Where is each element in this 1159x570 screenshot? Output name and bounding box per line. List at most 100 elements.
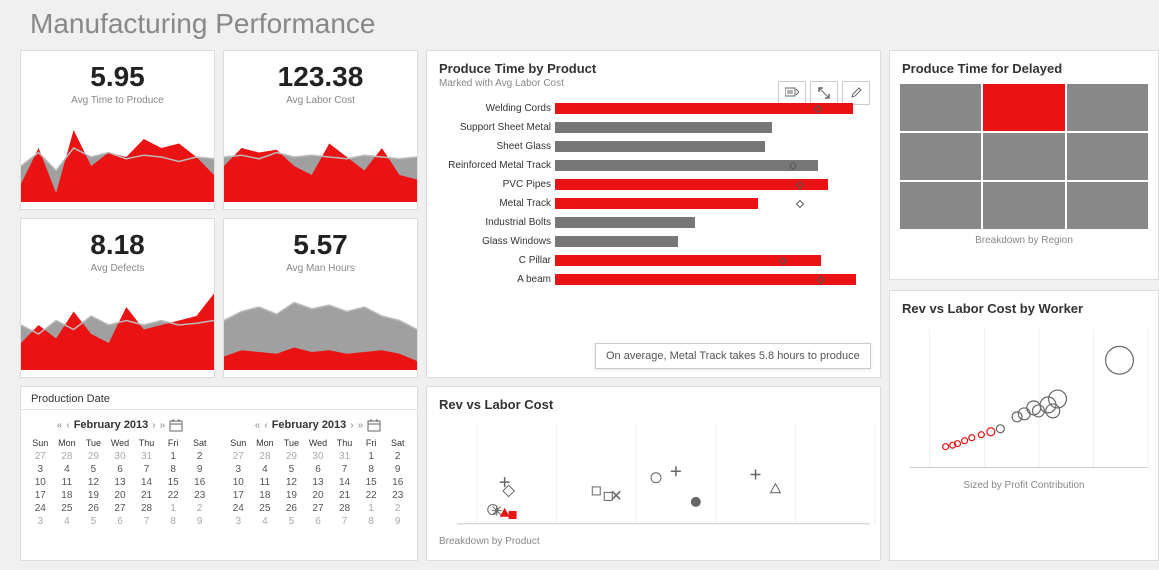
cal-day[interactable]: 6: [107, 515, 134, 528]
panel-rev-vs-labor[interactable]: Rev vs Labor Cost Breakdown by Product: [426, 386, 881, 561]
cal-day[interactable]: 19: [80, 489, 107, 502]
cal-day[interactable]: 18: [252, 489, 279, 502]
cal-day[interactable]: 28: [331, 502, 358, 515]
bar-row[interactable]: Glass Windows: [437, 232, 870, 251]
cal-day[interactable]: 17: [27, 489, 54, 502]
cal-day[interactable]: 11: [54, 476, 81, 489]
cal-day[interactable]: 10: [27, 476, 54, 489]
cal-day[interactable]: 27: [107, 502, 134, 515]
bar-row[interactable]: Support Sheet Metal: [437, 118, 870, 137]
calendar-icon[interactable]: [169, 418, 183, 432]
cal-day[interactable]: 6: [305, 515, 332, 528]
cal-day[interactable]: 13: [107, 476, 134, 489]
heat-cell[interactable]: [983, 133, 1064, 180]
heat-cell[interactable]: [1067, 182, 1148, 229]
filter-button[interactable]: [778, 81, 806, 105]
cal-day[interactable]: 14: [133, 476, 160, 489]
cal-day[interactable]: 5: [278, 463, 305, 476]
cal-day[interactable]: 29: [80, 450, 107, 463]
cal-day[interactable]: 29: [278, 450, 305, 463]
cal-day[interactable]: 8: [160, 515, 187, 528]
cal-day[interactable]: 7: [331, 515, 358, 528]
bar-row[interactable]: A beam: [437, 270, 870, 289]
cal-day[interactable]: 24: [225, 502, 252, 515]
cal-day[interactable]: 22: [160, 489, 187, 502]
heatmap-chart[interactable]: [890, 78, 1158, 233]
cal-day[interactable]: 31: [133, 450, 160, 463]
cal-day[interactable]: 3: [225, 463, 252, 476]
cal-day[interactable]: 11: [252, 476, 279, 489]
cal-day[interactable]: 24: [27, 502, 54, 515]
cal-day[interactable]: 16: [384, 476, 411, 489]
cal-day[interactable]: 4: [54, 463, 81, 476]
bar-row[interactable]: Reinforced Metal Track: [437, 156, 870, 175]
cal-day[interactable]: 25: [54, 502, 81, 515]
kpi-avg-labor-cost[interactable]: 123.38 Avg Labor Cost: [223, 50, 418, 210]
cal-day[interactable]: 4: [252, 463, 279, 476]
cal-day[interactable]: 26: [278, 502, 305, 515]
heat-cell[interactable]: [1067, 84, 1148, 131]
cal-day[interactable]: 4: [54, 515, 81, 528]
heat-cell[interactable]: [900, 182, 981, 229]
cal-prev-year-icon[interactable]: «: [57, 420, 63, 431]
cal-day[interactable]: 18: [54, 489, 81, 502]
cal-day[interactable]: 27: [305, 502, 332, 515]
bar-row[interactable]: PVC Pipes: [437, 175, 870, 194]
cal-day[interactable]: 20: [107, 489, 134, 502]
cal-prev-month-icon[interactable]: ‹: [66, 420, 69, 431]
cal-day[interactable]: 1: [358, 502, 385, 515]
scatter-chart[interactable]: [427, 414, 880, 534]
bar-chart[interactable]: Welding CordsSupport Sheet MetalSheet Gl…: [427, 93, 880, 291]
cal-day[interactable]: 16: [186, 476, 213, 489]
bar-row[interactable]: Sheet Glass: [437, 137, 870, 156]
heat-cell[interactable]: [900, 84, 981, 131]
heat-cell[interactable]: [1067, 133, 1148, 180]
cal-day[interactable]: 26: [80, 502, 107, 515]
kpi-avg-man-hours[interactable]: 5.57 Avg Man Hours: [223, 218, 418, 378]
cal-day[interactable]: 21: [331, 489, 358, 502]
calendar-icon[interactable]: [367, 418, 381, 432]
cal-day[interactable]: 9: [186, 463, 213, 476]
cal-day[interactable]: 30: [305, 450, 332, 463]
cal-day[interactable]: 5: [80, 463, 107, 476]
cal-day[interactable]: 3: [27, 463, 54, 476]
cal-next-month-icon[interactable]: ›: [152, 420, 155, 431]
kpi-avg-defects[interactable]: 8.18 Avg Defects: [20, 218, 215, 378]
cal-next-year-icon[interactable]: »: [358, 420, 364, 431]
cal-day[interactable]: 7: [133, 515, 160, 528]
cal-day[interactable]: 30: [107, 450, 134, 463]
cal-day[interactable]: 23: [186, 489, 213, 502]
cal-day[interactable]: 14: [331, 476, 358, 489]
cal-day[interactable]: 2: [186, 502, 213, 515]
panel-produce-time-delayed[interactable]: Produce Time for Delayed Breakdown by Re…: [889, 50, 1159, 280]
heat-cell[interactable]: [983, 84, 1064, 131]
cal-day[interactable]: 21: [133, 489, 160, 502]
heat-cell[interactable]: [983, 182, 1064, 229]
cal-prev-year-icon[interactable]: «: [255, 420, 261, 431]
cal-day[interactable]: 7: [331, 463, 358, 476]
cal-day[interactable]: 9: [384, 515, 411, 528]
heat-cell[interactable]: [900, 133, 981, 180]
cal-day[interactable]: 6: [305, 463, 332, 476]
cal-day[interactable]: 15: [160, 476, 187, 489]
cal-day[interactable]: 9: [384, 463, 411, 476]
cal-day[interactable]: 12: [80, 476, 107, 489]
cal-day[interactable]: 19: [278, 489, 305, 502]
cal-prev-month-icon[interactable]: ‹: [264, 420, 267, 431]
cal-day[interactable]: 23: [384, 489, 411, 502]
cal-day[interactable]: 8: [160, 463, 187, 476]
expand-button[interactable]: [810, 81, 838, 105]
cal-day[interactable]: 27: [27, 450, 54, 463]
cal-day[interactable]: 22: [358, 489, 385, 502]
cal-day[interactable]: 17: [225, 489, 252, 502]
cal-day[interactable]: 9: [186, 515, 213, 528]
panel-rev-vs-labor-worker[interactable]: Rev vs Labor Cost by Worker Sized by Pro…: [889, 290, 1159, 561]
cal-day[interactable]: 10: [225, 476, 252, 489]
cal-day[interactable]: 28: [252, 450, 279, 463]
bar-row[interactable]: C Pillar: [437, 251, 870, 270]
cal-day[interactable]: 5: [278, 515, 305, 528]
cal-next-month-icon[interactable]: ›: [350, 420, 353, 431]
cal-day[interactable]: 6: [107, 463, 134, 476]
cal-day[interactable]: 3: [27, 515, 54, 528]
cal-day[interactable]: 13: [305, 476, 332, 489]
